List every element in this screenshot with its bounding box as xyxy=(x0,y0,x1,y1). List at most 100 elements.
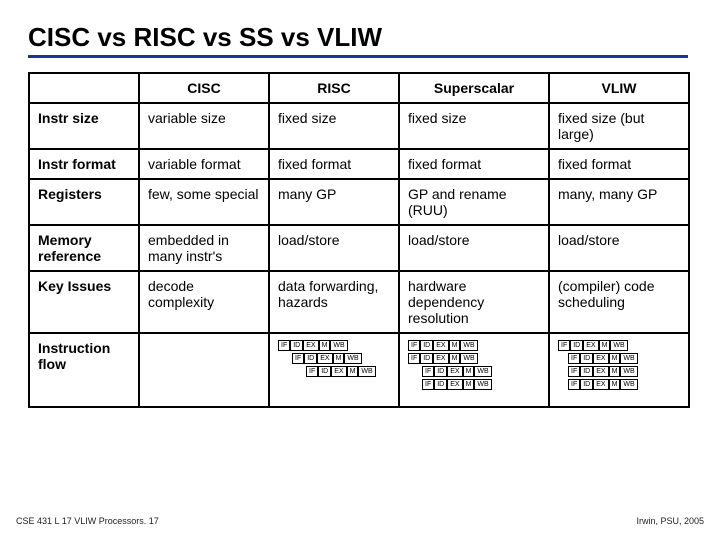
pipeline: IFIDEXMWB xyxy=(568,366,680,377)
pipeline: IFIDEXMWB xyxy=(558,340,680,351)
row-label: Memory reference xyxy=(29,225,139,271)
pipeline-stage: WB xyxy=(330,340,347,351)
pipeline: IFIDEXMWB xyxy=(422,379,540,390)
pipeline-stage: WB xyxy=(474,366,491,377)
table-cell: (compiler) code scheduling xyxy=(549,271,689,333)
flow-superscalar: IFIDEXMWBIFIDEXMWBIFIDEXMWBIFIDEXMWB xyxy=(399,333,549,407)
pipeline-stage: WB xyxy=(620,379,637,390)
table-row: Instr sizevariable sizefixed sizefixed s… xyxy=(29,103,689,149)
table-corner xyxy=(29,73,139,103)
pipeline-stage: IF xyxy=(568,353,580,364)
row-label: Instr size xyxy=(29,103,139,149)
row-label: Registers xyxy=(29,179,139,225)
table-cell: GP and rename (RUU) xyxy=(399,179,549,225)
flow-vliw: IFIDEXMWBIFIDEXMWBIFIDEXMWBIFIDEXMWB xyxy=(549,333,689,407)
table-row: Registersfew, some specialmany GPGP and … xyxy=(29,179,689,225)
pipeline-group: IFIDEXMWBIFIDEXMWBIFIDEXMWBIFIDEXMWB xyxy=(558,340,680,390)
flow-risc: IFIDEXMWBIFIDEXMWBIFIDEXMWB xyxy=(269,333,399,407)
pipeline: IFIDEXMWB xyxy=(568,379,680,390)
pipeline-stage: M xyxy=(609,353,621,364)
table-cell: many GP xyxy=(269,179,399,225)
pipeline-stage: ID xyxy=(304,353,317,364)
pipeline-stage: ID xyxy=(580,379,593,390)
pipeline-stage: M xyxy=(333,353,345,364)
pipeline-stage: ID xyxy=(570,340,583,351)
pipeline: IFIDEXMWB xyxy=(306,366,390,377)
flow-cisc xyxy=(139,333,269,407)
pipeline-group: IFIDEXMWBIFIDEXMWBIFIDEXMWBIFIDEXMWB xyxy=(408,340,540,390)
pipeline-stage: ID xyxy=(580,366,593,377)
pipeline-stage: EX xyxy=(317,353,332,364)
table-row: Key Issuesdecode complexitydata forwardi… xyxy=(29,271,689,333)
pipeline: IFIDEXMWB xyxy=(422,366,540,377)
pipeline: IFIDEXMWB xyxy=(292,353,390,364)
pipeline-stage: ID xyxy=(420,340,433,351)
pipeline-stage: EX xyxy=(433,353,448,364)
pipeline-stage: M xyxy=(449,340,461,351)
pipeline-stage: IF xyxy=(568,366,580,377)
pipeline-stage: EX xyxy=(593,353,608,364)
table-row: Instr formatvariable format fixed formatf… xyxy=(29,149,689,179)
table-body: Instr sizevariable sizefixed sizefixed s… xyxy=(29,103,689,407)
pipeline-stage: IF xyxy=(408,353,420,364)
pipeline-stage: EX xyxy=(303,340,318,351)
pipeline-stage: WB xyxy=(344,353,361,364)
pipeline-stage: EX xyxy=(433,340,448,351)
footer-left: CSE 431 L 17 VLIW Processors. 17 xyxy=(16,516,159,526)
pipeline-stage: EX xyxy=(593,379,608,390)
table-row: Memory referenceembedded in many instr's… xyxy=(29,225,689,271)
pipeline-stage: WB xyxy=(358,366,375,377)
pipeline-stage: IF xyxy=(408,340,420,351)
pipeline: IFIDEXMWB xyxy=(408,353,540,364)
table-cell: fixed format xyxy=(399,149,549,179)
row-label: Instruction flow xyxy=(29,333,139,407)
pipeline-stage: M xyxy=(463,366,475,377)
pipeline-stage: EX xyxy=(331,366,346,377)
pipeline-stage: EX xyxy=(593,366,608,377)
pipeline-stage: IF xyxy=(278,340,290,351)
table-cell: fixed format xyxy=(549,149,689,179)
pipeline-stage: ID xyxy=(434,366,447,377)
pipeline-stage: EX xyxy=(583,340,598,351)
pipeline-stage: M xyxy=(609,379,621,390)
pipeline-stage: IF xyxy=(306,366,318,377)
pipeline-stage: M xyxy=(319,340,331,351)
table-cell: data forwarding, hazards xyxy=(269,271,399,333)
pipeline-stage: WB xyxy=(620,353,637,364)
pipeline-stage: ID xyxy=(420,353,433,364)
pipeline-stage: M xyxy=(347,366,359,377)
pipeline-stage: ID xyxy=(290,340,303,351)
pipeline-stage: EX xyxy=(447,379,462,390)
pipeline-stage: IF xyxy=(568,379,580,390)
pipeline: IFIDEXMWB xyxy=(278,340,390,351)
footer-right: Irwin, PSU, 2005 xyxy=(636,516,704,526)
row-label: Key Issues xyxy=(29,271,139,333)
table-cell: load/store xyxy=(399,225,549,271)
table-cell: fixed size xyxy=(269,103,399,149)
pipeline-stage: IF xyxy=(422,379,434,390)
table-cell: load/store xyxy=(269,225,399,271)
pipeline: IFIDEXMWB xyxy=(568,353,680,364)
pipeline-stage: WB xyxy=(610,340,627,351)
pipeline-stage: WB xyxy=(460,340,477,351)
pipeline: IFIDEXMWB xyxy=(408,340,540,351)
pipeline-stage: WB xyxy=(460,353,477,364)
table-cell: many, many GP xyxy=(549,179,689,225)
table-cell: few, some special xyxy=(139,179,269,225)
pipeline-stage: M xyxy=(449,353,461,364)
pipeline-stage: EX xyxy=(447,366,462,377)
table-cell: variable format xyxy=(139,149,269,179)
table-cell: load/store xyxy=(549,225,689,271)
pipeline-group: IFIDEXMWBIFIDEXMWBIFIDEXMWB xyxy=(278,340,390,377)
pipeline-stage: M xyxy=(609,366,621,377)
pipeline-stage: ID xyxy=(318,366,331,377)
pipeline-stage: WB xyxy=(620,366,637,377)
table-cell: embedded in many instr's xyxy=(139,225,269,271)
row-label: Instr format xyxy=(29,149,139,179)
table-cell: fixed size (but large) xyxy=(549,103,689,149)
comparison-table: CISC RISC Superscalar VLIW Instr sizevar… xyxy=(28,72,690,408)
table-header-row: CISC RISC Superscalar VLIW xyxy=(29,73,689,103)
pipeline-stage: IF xyxy=(422,366,434,377)
col-cisc: CISC xyxy=(139,73,269,103)
pipeline-stage: ID xyxy=(434,379,447,390)
